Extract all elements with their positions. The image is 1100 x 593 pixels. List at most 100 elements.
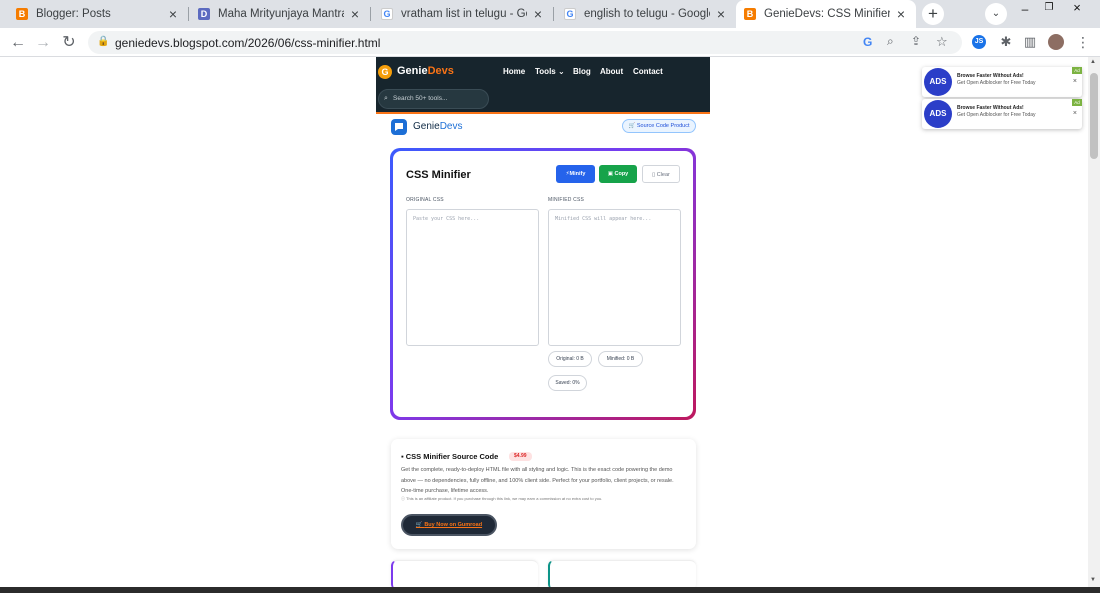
ad-tag: Ad — [1072, 67, 1082, 74]
google-icon: G — [381, 8, 393, 20]
copy-label: Copy — [614, 171, 629, 177]
source-code-label: Source Code Product — [636, 123, 690, 129]
adblock-icon: ADS — [924, 100, 952, 128]
site-header: G GenieDevs Home Tools ⌄ Blog About Cont… — [376, 57, 710, 114]
nav-contact[interactable]: Contact — [633, 67, 663, 76]
affiliate-note-text: This is an affiliate product. If you pur… — [406, 496, 603, 501]
clear-button[interactable]: ▯ Clear — [642, 165, 680, 183]
tab-title: vratham list in telugu - Google — [401, 8, 527, 20]
clear-label: Clear — [656, 172, 670, 178]
menu-icon[interactable]: ⋮ — [1075, 34, 1091, 50]
close-tab-icon[interactable]: × — [348, 7, 362, 21]
browser-toolbar: ← → ↻ 🔒 geniedevs.blogspot.com/2026/06/c… — [0, 28, 1100, 57]
docs-icon: D — [198, 8, 210, 20]
ad-subtitle: Get Open Adblocker for Free Today — [957, 80, 1036, 86]
brand-name-a: Genie — [413, 121, 440, 132]
blogger-icon: B — [744, 8, 756, 20]
nav-about[interactable]: About — [600, 67, 623, 76]
new-tab-button[interactable]: + — [922, 3, 944, 25]
lock-icon: 🔒 — [97, 36, 110, 47]
close-tab-icon[interactable]: × — [166, 7, 180, 21]
source-code-product-button[interactable]: 🛒 Source Code Product — [622, 119, 696, 133]
minified-css-textarea[interactable]: Minified CSS will appear here... — [548, 209, 681, 346]
scroll-up-icon[interactable]: ▲ — [1090, 59, 1096, 65]
address-bar[interactable]: 🔒 geniedevs.blogspot.com/2026/06/css-min… — [88, 31, 962, 54]
tab-title: GenieDevs: CSS Minifier — [764, 8, 890, 20]
reload-icon[interactable]: ↻ — [59, 33, 79, 53]
extension-icon[interactable]: JS — [972, 35, 986, 49]
affiliate-note: ⓘ This is an affiliate product. If you p… — [401, 496, 602, 502]
zoom-icon[interactable]: ⌕ — [887, 34, 894, 49]
site-brand[interactable]: GenieDevs — [397, 65, 454, 77]
stat-minified: Minified: 0 B — [598, 351, 643, 367]
browser-tab[interactable]: B Blogger: Posts × — [8, 0, 189, 28]
profile-avatar[interactable] — [1048, 34, 1064, 50]
browser-tab[interactable]: G english to telugu - Google Sea × — [556, 0, 736, 28]
url-text[interactable]: geniedevs.blogspot.com/2026/06/css-minif… — [115, 36, 380, 50]
stat-saved: Saved: 0% — [548, 375, 587, 391]
ad-title: Browse Faster Without Ads! — [957, 73, 1024, 79]
minify-label: Minify — [569, 171, 586, 177]
tab-title: english to telugu - Google Sea — [584, 8, 710, 20]
site-logo-icon[interactable]: G — [378, 65, 392, 79]
site-search-input[interactable]: ⌕ Search 50+ tools... — [378, 89, 489, 109]
nav-home[interactable]: Home — [503, 67, 525, 76]
browser-tab[interactable]: G vratham list in telugu - Google × — [373, 0, 554, 28]
related-tool-card[interactable] — [391, 560, 538, 587]
adblock-icon: ADS — [924, 68, 952, 96]
tab-search-icon[interactable]: ⌄ — [985, 3, 1007, 25]
google-icon: G — [564, 8, 576, 20]
share-icon[interactable]: ⇪ — [911, 34, 921, 48]
related-tool-card[interactable] — [548, 560, 696, 587]
copy-button[interactable]: ▣ Copy — [599, 165, 637, 183]
product-title: ▪ CSS Minifier Source Code — [401, 452, 498, 461]
scrollbar-thumb[interactable] — [1090, 73, 1098, 159]
brand-name[interactable]: GenieDevs — [413, 121, 462, 132]
blogger-icon: B — [16, 8, 28, 20]
close-tab-icon[interactable]: × — [531, 7, 545, 21]
back-icon[interactable]: ← — [8, 33, 28, 53]
restore-icon[interactable]: ❐ — [1040, 2, 1058, 16]
page-scrollbar[interactable]: ▲ ▼ — [1088, 57, 1100, 587]
price-badge: $4.99 — [509, 452, 532, 461]
stat-original: Original: 0 B — [548, 351, 592, 367]
nav-tools[interactable]: Tools ⌄ — [535, 67, 565, 76]
product-description: Get the complete, ready-to-deploy HTML f… — [401, 467, 674, 494]
minified-css-label: MINIFIED CSS — [548, 197, 585, 203]
os-taskbar — [0, 587, 1100, 593]
nav-blog[interactable]: Blog — [573, 67, 591, 76]
browser-tab-active[interactable]: B GenieDevs: CSS Minifier × — [736, 0, 916, 28]
brand-part-b: Devs — [427, 65, 454, 77]
search-placeholder: Search 50+ tools... — [393, 95, 448, 102]
minify-button[interactable]: ⚡Minify — [556, 165, 595, 183]
ad-close-icon[interactable]: × — [1073, 110, 1077, 117]
forward-icon[interactable]: → — [33, 33, 53, 53]
browser-tab[interactable]: D Maha Mrityunjaya Mantra - Dc × — [190, 0, 371, 28]
tool-title: CSS Minifier — [406, 169, 471, 181]
buy-now-button[interactable]: 🛒 Buy Now on Gumroad — [401, 514, 497, 536]
ad-tag: Ad — [1072, 99, 1082, 106]
ad-subtitle: Get Open Adblocker for Free Today — [957, 112, 1036, 118]
original-css-label: ORIGINAL CSS — [406, 197, 444, 203]
ad-close-icon[interactable]: × — [1073, 78, 1077, 85]
google-lens-icon[interactable]: G — [863, 35, 872, 49]
close-tab-icon[interactable]: × — [714, 7, 728, 21]
original-css-textarea[interactable]: Paste your CSS here... — [406, 209, 539, 346]
scroll-down-icon[interactable]: ▼ — [1090, 577, 1096, 583]
close-tab-icon[interactable]: × — [894, 7, 908, 21]
side-panel-icon[interactable]: ▥ — [1022, 34, 1038, 50]
ad-notification[interactable]: ADS Browse Faster Without Ads! Get Open … — [922, 67, 1082, 97]
product-title-text: CSS Minifier Source Code — [405, 452, 499, 461]
close-window-icon[interactable]: × — [1068, 0, 1086, 15]
product-card: ▪ CSS Minifier Source Code $4.99 Get the… — [391, 439, 696, 549]
cart-icon: 🛒 — [628, 123, 637, 129]
brand-chat-icon — [391, 119, 407, 135]
ad-notification[interactable]: ADS Browse Faster Without Ads! Get Open … — [922, 99, 1082, 129]
extensions-puzzle-icon[interactable]: ✱ — [998, 34, 1014, 50]
bookmark-star-icon[interactable]: ☆ — [936, 34, 948, 50]
tab-title: Blogger: Posts — [36, 8, 111, 20]
ad-title: Browse Faster Without Ads! — [957, 105, 1024, 111]
minimize-icon[interactable]: – — [1016, 2, 1034, 16]
tab-title: Maha Mrityunjaya Mantra - Dc — [218, 8, 344, 20]
search-icon: ⌕ — [384, 95, 388, 102]
